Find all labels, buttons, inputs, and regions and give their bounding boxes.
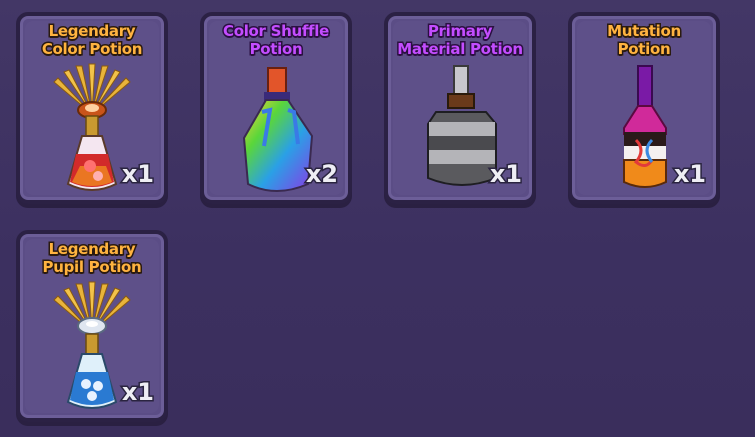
item-count: x2 (304, 159, 339, 190)
inventory-item-legendary-pupil-potion[interactable]: Legendary Pupil Potion x1 (16, 230, 168, 422)
item-count: x1 (120, 159, 155, 190)
inventory-item-mutation-potion[interactable]: Mutation Potion x1 (568, 12, 720, 204)
item-title: Mutation Potion (606, 21, 683, 60)
item-count: x1 (488, 159, 523, 190)
item-title: Primary Material Potion (396, 21, 525, 60)
item-title: Legendary Pupil Potion (41, 239, 143, 278)
inventory-item-legendary-color-potion[interactable]: Legendary Color Potion x1 (16, 12, 168, 204)
inventory-item-color-shuffle-potion[interactable]: Color Shuffle Potion x2 (200, 12, 352, 204)
inventory-item-primary-material-potion[interactable]: Primary Material Potion x1 (384, 12, 536, 204)
item-count: x1 (672, 159, 707, 190)
item-title: Legendary Color Potion (40, 21, 144, 60)
item-count: x1 (120, 377, 155, 408)
item-title: Color Shuffle Potion (221, 21, 330, 60)
